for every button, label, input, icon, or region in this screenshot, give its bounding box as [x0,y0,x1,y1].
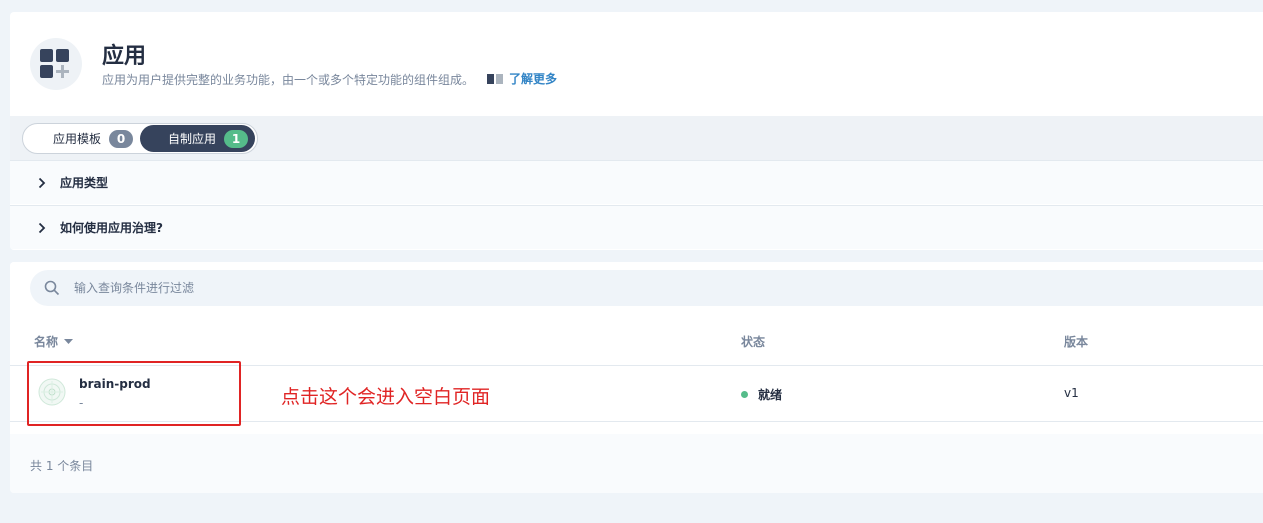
page-description: 应用为用户提供完整的业务功能，由一个或多个特定功能的组件组成。 [102,73,475,87]
column-header-name[interactable]: 名称 [34,333,74,350]
tab-label: 应用模板 [53,132,102,146]
learn-more-label: 了解更多 [509,72,558,86]
collapsible-label: 应用类型 [60,176,109,190]
column-header-status: 状态 [741,335,766,349]
annotation-highlight-box [27,361,241,426]
column-label: 名称 [34,335,59,349]
app-overview-card: 应用 应用为用户提供完整的业务功能，由一个或多个特定功能的组件组成。 了解更多 … [10,12,1263,250]
column-header-version: 版本 [1064,335,1089,349]
count-badge: 1 [224,129,249,148]
search-bar [10,262,1263,314]
status-label: 就绪 [758,388,783,402]
table-footer: 共 1 个条目 [10,434,1263,493]
search-box[interactable] [30,270,1263,306]
sort-down-icon [64,338,74,344]
total-count: 共 1 个条目 [30,459,94,473]
tabs-bar: 应用模板 0 自制应用 1 [10,116,1263,160]
status-dot [741,391,748,398]
chevron-right-icon [38,222,46,233]
search-input[interactable] [74,281,674,295]
apps-grid-icon [30,38,82,90]
page-title: 应用 [102,44,147,69]
chevron-right-icon [38,177,46,188]
app-type-tabs: 应用模板 0 自制应用 1 [22,123,258,154]
tab-custom-apps[interactable]: 自制应用 1 [140,125,255,152]
tab-label: 自制应用 [168,132,217,146]
collapsible-label: 如何使用应用治理? [60,221,163,235]
table-header: 名称 状态 版本 [10,316,1263,366]
learn-more-link[interactable]: 了解更多 [487,70,557,87]
search-icon [44,280,60,296]
status-indicator: 就绪 [741,386,782,403]
collapsible-app-types[interactable]: 应用类型 [10,160,1263,204]
annotation-text: 点击这个会进入空白页面 [281,386,491,408]
app-version: v1 [1064,386,1079,400]
count-badge: 0 [109,129,134,148]
page-header: 应用 应用为用户提供完整的业务功能，由一个或多个特定功能的组件组成。 了解更多 [10,12,1263,116]
collapsible-how-to-use[interactable]: 如何使用应用治理? [10,205,1263,249]
book-icon [487,73,503,84]
tab-app-templates[interactable]: 应用模板 0 [25,125,140,152]
